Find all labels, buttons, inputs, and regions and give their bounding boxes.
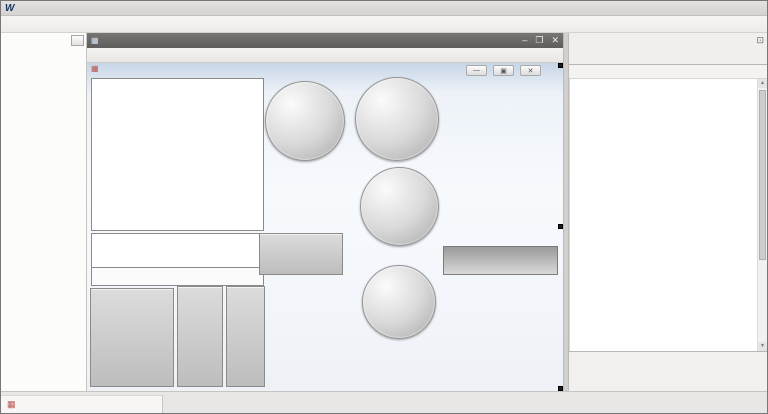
form-close-button[interactable]: ✕ bbox=[520, 65, 541, 76]
form-minimize-button[interactable]: — bbox=[466, 65, 487, 76]
scroll-down-icon[interactable]: ▼ bbox=[758, 342, 767, 351]
gauge-quarter[interactable] bbox=[283, 291, 359, 387]
properties-panel: ⊡ ▲ ▼ bbox=[569, 33, 767, 391]
properties-panel-header: ⊡ bbox=[569, 33, 767, 48]
canvas-form-controls: — ▣ ✕ bbox=[460, 65, 541, 76]
gauge-dial-orange-band[interactable] bbox=[362, 265, 436, 339]
titlebar: W bbox=[1, 1, 767, 16]
project-tree bbox=[1, 33, 87, 391]
property-grid-toolbar bbox=[569, 65, 767, 79]
gauge-dial-odometer[interactable] bbox=[360, 167, 439, 246]
properties-tabs bbox=[569, 48, 767, 65]
scroll-up-icon[interactable]: ▲ bbox=[758, 79, 767, 88]
statusbar: ▦ bbox=[1, 391, 767, 413]
design-canvas[interactable]: ▦ — ▣ ✕ bbox=[87, 63, 563, 391]
canvas-form-icon: ▦ bbox=[91, 64, 99, 73]
gauge-dial-blue[interactable] bbox=[355, 77, 439, 161]
thermometer-widget[interactable] bbox=[177, 286, 223, 387]
send-button[interactable] bbox=[91, 268, 264, 286]
designer-toolbar bbox=[87, 48, 563, 63]
telegram-chat-input[interactable] bbox=[91, 233, 264, 268]
app-logo-icon: W bbox=[5, 3, 14, 14]
gauge-halfround[interactable] bbox=[259, 165, 348, 225]
property-grid bbox=[569, 79, 757, 351]
gauge-dial-gray[interactable] bbox=[265, 81, 345, 161]
mdi-minimize-button[interactable]: – bbox=[522, 35, 527, 46]
property-grid-scrollbar[interactable]: ▲ ▼ bbox=[757, 79, 767, 351]
seven-segment-silver[interactable] bbox=[443, 278, 558, 304]
linear-gauge-silver[interactable] bbox=[443, 84, 558, 121]
screen-window-icon: ▦ bbox=[91, 36, 99, 45]
mdi-area: ▦ – ❐ ✕ ▦ — ▣ ✕ bbox=[87, 33, 563, 391]
scrollbar-thumb[interactable] bbox=[759, 90, 766, 260]
canvas-form-header: ▦ bbox=[91, 64, 102, 73]
telegram-chat-history[interactable] bbox=[91, 78, 264, 231]
tree-collapse-button[interactable] bbox=[71, 35, 84, 46]
bar-graph-widget[interactable] bbox=[90, 288, 174, 387]
gauge-panel-arc[interactable] bbox=[259, 233, 343, 275]
panel-pin-icon[interactable]: ⊡ bbox=[756, 35, 764, 46]
level-gauge-widget[interactable] bbox=[226, 286, 265, 387]
statusbar-screen-icon: ▦ bbox=[7, 399, 16, 410]
main-toolbar bbox=[1, 16, 767, 33]
linear-gauge-white[interactable] bbox=[443, 206, 558, 243]
screen-window-controls: – ❐ ✕ bbox=[522, 35, 559, 46]
linear-gauge-selected[interactable] bbox=[443, 168, 558, 205]
seven-segment-blue[interactable] bbox=[443, 306, 558, 332]
mdi-close-button[interactable]: ✕ bbox=[551, 35, 559, 46]
statusbar-screen-tab[interactable]: ▦ bbox=[1, 395, 163, 413]
mdi-restore-button[interactable]: ❐ bbox=[535, 35, 543, 46]
property-description bbox=[569, 351, 767, 391]
seven-segment-navy[interactable] bbox=[443, 334, 558, 365]
seven-segment-white[interactable] bbox=[443, 367, 558, 391]
mechanical-counter-display[interactable] bbox=[443, 246, 558, 275]
form-maximize-button[interactable]: ▣ bbox=[493, 65, 514, 76]
linear-gauge-navy[interactable] bbox=[443, 126, 558, 163]
main-body: ▦ – ❐ ✕ ▦ — ▣ ✕ bbox=[1, 33, 767, 391]
screen-window-titlebar[interactable]: ▦ – ❐ ✕ bbox=[87, 33, 563, 48]
app-window: W ▦ bbox=[0, 0, 768, 414]
